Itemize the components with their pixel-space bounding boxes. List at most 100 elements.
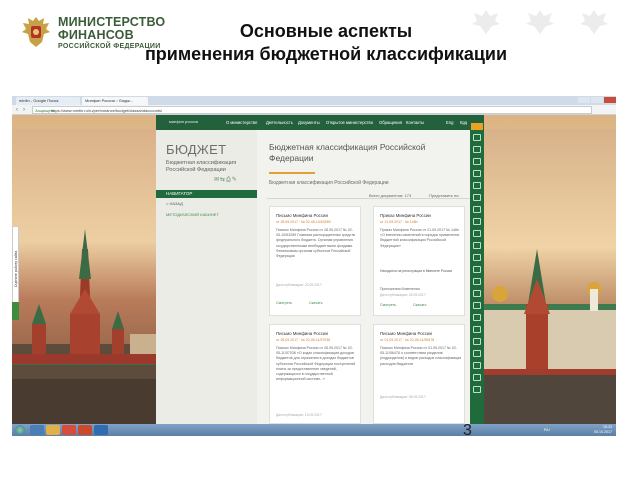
rail-chart-icon[interactable]: [473, 170, 481, 177]
forward-arrow-icon[interactable]: ›: [23, 106, 25, 114]
rail-rss-icon[interactable]: [473, 350, 481, 357]
nav-item-activity[interactable]: Деятельность: [266, 120, 293, 125]
start-button-icon[interactable]: [15, 425, 25, 435]
kremlin-palace-illustration: [484, 249, 616, 424]
rail-book-icon[interactable]: [473, 242, 481, 249]
card-published: Дата публикации: 26.09.2017: [380, 293, 426, 297]
rail-folder-icon[interactable]: [473, 206, 481, 213]
taskbar-ie-icon[interactable]: [30, 425, 44, 435]
rail-map-icon[interactable]: [473, 362, 481, 369]
card-published: Дата публикации: 13.09.2017: [276, 413, 322, 417]
card-title: Письмо Минфина России: [276, 213, 328, 218]
browser-tab-strip: minfin - Google Поиск Минфин России :: Б…: [12, 96, 616, 105]
card-download-link[interactable]: Скачать: [413, 303, 426, 307]
rail-calendar-icon[interactable]: [473, 158, 481, 165]
nav-item-appeals[interactable]: Обращения: [379, 120, 402, 125]
close-window-button[interactable]: [604, 97, 616, 103]
rail-people-icon[interactable]: [473, 230, 481, 237]
browser-tab-google[interactable]: minfin - Google Поиск: [16, 97, 80, 105]
card-links: Смотреть Скачать: [380, 303, 427, 307]
sidebar-subtitle-line-2: Российской Федерации: [166, 166, 226, 173]
sidebar-title: БЮДЖЕТ: [166, 142, 227, 157]
site-main-content: Бюджетная классификация Российской Федер…: [257, 130, 484, 424]
rail-coin-icon[interactable]: [473, 266, 481, 273]
rail-settings-icon[interactable]: [473, 326, 481, 333]
document-card[interactable]: Письмо Минфина России от 26.09.2017 · № …: [269, 324, 361, 424]
system-clock[interactable]: 15:33 05.10.2017: [560, 425, 612, 434]
card-number: от 26.09.2017 · № 02-05-11/57036: [276, 338, 331, 342]
browser-address-bar-row: ‹ › Защищено https://www.minfin.ru/ru/pe…: [12, 105, 616, 115]
card-body: Приказ Минфина России от 21.09.2017 № 14…: [380, 228, 460, 248]
card-registration-note: Находится на регистрации в Минюсте Росси…: [380, 269, 453, 273]
nav-item-open-ministry[interactable]: Открытое министерство: [326, 120, 373, 125]
slide-page-number: 3: [463, 422, 472, 439]
taskbar-powerpoint-icon[interactable]: [78, 425, 92, 435]
browser-tab-minfin[interactable]: Минфин России :: Бюдж...: [82, 97, 148, 105]
right-tool-rail: [470, 130, 484, 424]
rail-accent-button[interactable]: [471, 123, 483, 130]
slide-title: Основные аспекты применения бюджетной кл…: [96, 20, 556, 66]
feedback-widget-label: Оцените работу сайта: [14, 250, 18, 288]
card-body: Письмо Минфина России от 26.09.2017 № 02…: [276, 346, 356, 382]
sidebar-subtitle-line-1: Бюджетная классификация: [166, 160, 237, 166]
document-card[interactable]: Письмо Минфина России от 28.09.2017 · № …: [269, 206, 361, 316]
minimize-button[interactable]: [578, 97, 590, 103]
nav-item-ministry[interactable]: О министерстве: [226, 120, 257, 125]
nav-item-contacts[interactable]: Контакты: [406, 120, 424, 125]
rail-help-icon[interactable]: [473, 314, 481, 321]
content-divider: [267, 198, 473, 199]
site-top-navigation: минфин россии О министерстве Деятельност…: [156, 115, 484, 130]
share-print-icons[interactable]: ✉⇆⎙✎: [214, 176, 238, 184]
title-underline: [269, 172, 315, 174]
rail-search-icon[interactable]: [473, 134, 481, 141]
content-title-line-2: Федерации: [269, 152, 314, 163]
lang-eng-link[interactable]: Eng: [446, 120, 453, 125]
rail-video-icon[interactable]: [473, 338, 481, 345]
rail-info-icon[interactable]: [473, 302, 481, 309]
card-title: Приказ Минфина России: [380, 213, 431, 218]
taskbar-explorer-icon[interactable]: [46, 425, 60, 435]
document-card[interactable]: Приказ Минфина России от 21.09.2017 · № …: [373, 206, 465, 316]
slide-title-line-2: применения бюджетной классификации: [144, 44, 508, 65]
rail-star-icon[interactable]: [473, 290, 481, 297]
rail-archive-icon[interactable]: [473, 374, 481, 381]
url-text: https://www.minfin.ru/ru/perfomance/budg…: [51, 108, 163, 113]
site-logo[interactable]: минфин россии: [169, 119, 198, 124]
card-attachments[interactable]: Приложения Изменения: [380, 287, 420, 291]
card-body: Письмо Минфина России от 01.09.2017 № 02…: [380, 346, 462, 366]
card-view-link[interactable]: Смотреть: [380, 303, 396, 307]
rail-list-icon[interactable]: [473, 218, 481, 225]
kremlin-background-right: [484, 129, 616, 424]
back-arrow-icon[interactable]: ‹: [16, 106, 18, 114]
feedback-badge-icon[interactable]: [12, 302, 19, 320]
rail-phone-icon[interactable]: [473, 194, 481, 201]
methodical-cabinet-link[interactable]: МЕТОДИЧЕСКИЙ КАБИНЕТ: [166, 212, 219, 217]
card-body: Письмо Минфина России от 28.09.2017 № 02…: [276, 228, 355, 259]
rail-mail-icon[interactable]: [473, 182, 481, 189]
taskbar-chrome-icon[interactable]: [62, 425, 76, 435]
url-input[interactable]: Защищено https://www.minfin.ru/ru/perfom…: [32, 106, 592, 114]
card-download-link[interactable]: Скачать: [309, 301, 322, 305]
card-published: Дата публикации: 20.09.2017: [276, 283, 322, 287]
rail-table-icon[interactable]: [473, 278, 481, 285]
keyboard-language[interactable]: RU: [544, 427, 550, 432]
maximize-button[interactable]: [591, 97, 603, 103]
secure-label: Защищено: [35, 108, 56, 113]
nav-item-documents[interactable]: Документы: [298, 120, 320, 125]
document-card[interactable]: Письмо Минфина России от 01.09.2017 · № …: [373, 324, 465, 424]
clock-date: 05.10.2017: [594, 429, 612, 434]
rail-globe-icon[interactable]: [473, 254, 481, 261]
windows-taskbar: RU 15:33 05.10.2017: [12, 424, 616, 436]
rail-link-icon[interactable]: [473, 386, 481, 393]
site-sidebar: БЮДЖЕТ Бюджетная классификация Российско…: [156, 130, 257, 424]
taskbar-word-icon[interactable]: [94, 425, 108, 435]
card-published: Дата публикации: 05.09.2017: [380, 395, 426, 399]
card-number: от 21.09.2017 · № 148н: [380, 220, 418, 224]
back-link[interactable]: < НАЗАД: [166, 201, 183, 206]
lang-alt-link[interactable]: Крд: [460, 120, 467, 125]
decorative-eagle-icon: [580, 10, 608, 34]
rail-document-icon[interactable]: [473, 146, 481, 153]
content-title: Бюджетная классификация Российской Федер…: [269, 142, 439, 163]
card-view-link[interactable]: Смотреть: [276, 301, 292, 305]
embedded-browser-screenshot: minfin - Google Поиск Минфин России :: Б…: [12, 96, 616, 436]
